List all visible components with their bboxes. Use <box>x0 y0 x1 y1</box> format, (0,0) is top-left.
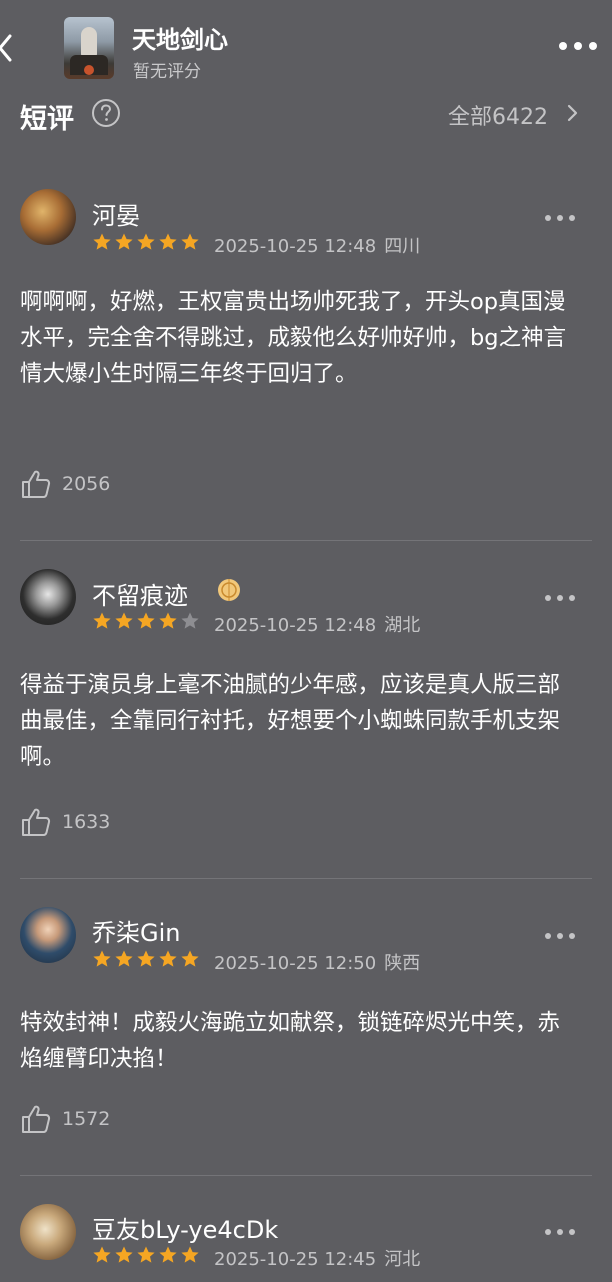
avatar[interactable] <box>20 907 76 963</box>
review-time: 2025-10-25 12:45 <box>214 1249 377 1270</box>
divider <box>20 540 592 541</box>
back-icon[interactable] <box>0 28 20 68</box>
review-meta: 2025-10-25 12:50 陕西 <box>214 949 420 975</box>
header-bar: 天地剑心 暂无评分 <box>0 0 612 90</box>
star-filled-icon <box>115 1246 133 1263</box>
movie-title: 天地剑心 <box>132 26 228 54</box>
review-text: 特效封神！成毅火海跪立如献祭，锁链碎烬光中笑，赤焰缠臂印决掐！ <box>20 1010 561 1072</box>
chevron-right-icon[interactable] <box>566 103 580 123</box>
star-filled-icon <box>159 1246 177 1263</box>
star-filled-icon <box>115 612 133 629</box>
star-filled-icon <box>93 1246 111 1263</box>
star-filled-icon <box>137 233 155 250</box>
star-empty-icon <box>181 612 199 629</box>
review-text: 啊啊啊，好燃，王权富贵出场帅死我了，开头op真国漫水平，完全舍不得跳过，成毅他么… <box>20 289 567 387</box>
review-username[interactable]: 乔柒Gin <box>92 913 180 948</box>
star-filled-icon <box>159 950 177 967</box>
star-filled-icon <box>181 1246 199 1263</box>
review-username[interactable]: 不留痕迹 <box>92 576 188 611</box>
like-count: 2056 <box>62 473 111 495</box>
more-dots-icon[interactable] <box>544 213 576 223</box>
review-meta: 2025-10-25 12:45 河北 <box>214 1245 420 1271</box>
poster-figure <box>81 27 97 57</box>
like-count: 1633 <box>62 811 111 833</box>
thumbs-up-icon[interactable] <box>20 1103 52 1135</box>
star-filled-icon <box>93 950 111 967</box>
movie-rating-text: 暂无评分 <box>133 62 201 82</box>
star-filled-icon <box>181 950 199 967</box>
more-dots-icon[interactable] <box>544 593 576 603</box>
thumbs-up-icon[interactable] <box>20 806 52 838</box>
review-text: 得益于演员身上毫不油腻的少年感，应该是真人版三部曲最佳，全靠同行衬托，好想要个小… <box>20 672 561 770</box>
more-dots-icon[interactable] <box>544 1227 576 1237</box>
review-time: 2025-10-25 12:48 <box>214 236 377 257</box>
star-rating <box>92 1245 200 1267</box>
more-dots-icon[interactable] <box>557 38 599 54</box>
star-filled-icon <box>159 233 177 250</box>
review-meta: 2025-10-25 12:48 四川 <box>214 232 420 258</box>
star-rating <box>92 232 200 254</box>
more-dots-icon[interactable] <box>544 931 576 941</box>
avatar[interactable] <box>20 1204 76 1260</box>
star-filled-icon <box>137 612 155 629</box>
star-rating <box>92 949 200 971</box>
movie-poster[interactable] <box>64 17 114 79</box>
star-filled-icon <box>181 233 199 250</box>
question-circle-icon[interactable] <box>91 98 121 128</box>
review-region: 湖北 <box>384 615 421 636</box>
like-count: 1572 <box>62 1108 111 1130</box>
review-region: 四川 <box>384 236 421 257</box>
review-region: 河北 <box>384 1249 421 1270</box>
thumbs-up-icon[interactable] <box>20 468 52 500</box>
star-filled-icon <box>137 1246 155 1263</box>
avatar[interactable] <box>20 569 76 625</box>
star-filled-icon <box>137 950 155 967</box>
star-filled-icon <box>115 950 133 967</box>
review-username[interactable]: 河晏 <box>92 196 140 231</box>
review-region: 陕西 <box>384 953 421 974</box>
section-title: 短评 <box>20 104 74 135</box>
poster-glow <box>84 65 94 75</box>
divider <box>20 1175 592 1176</box>
star-filled-icon <box>93 612 111 629</box>
star-filled-icon <box>115 233 133 250</box>
star-filled-icon <box>159 612 177 629</box>
review-time: 2025-10-25 12:50 <box>214 953 377 974</box>
review-meta: 2025-10-25 12:48 湖北 <box>214 611 420 637</box>
lantern-badge-icon <box>218 579 240 601</box>
avatar[interactable] <box>20 189 76 245</box>
review-time: 2025-10-25 12:48 <box>214 615 377 636</box>
review-username[interactable]: 豆友bLy-ye4cDk <box>92 1210 278 1245</box>
divider <box>20 878 592 879</box>
all-reviews-link[interactable]: 全部6422 <box>448 99 548 131</box>
star-filled-icon <box>93 233 111 250</box>
star-rating <box>92 611 200 633</box>
